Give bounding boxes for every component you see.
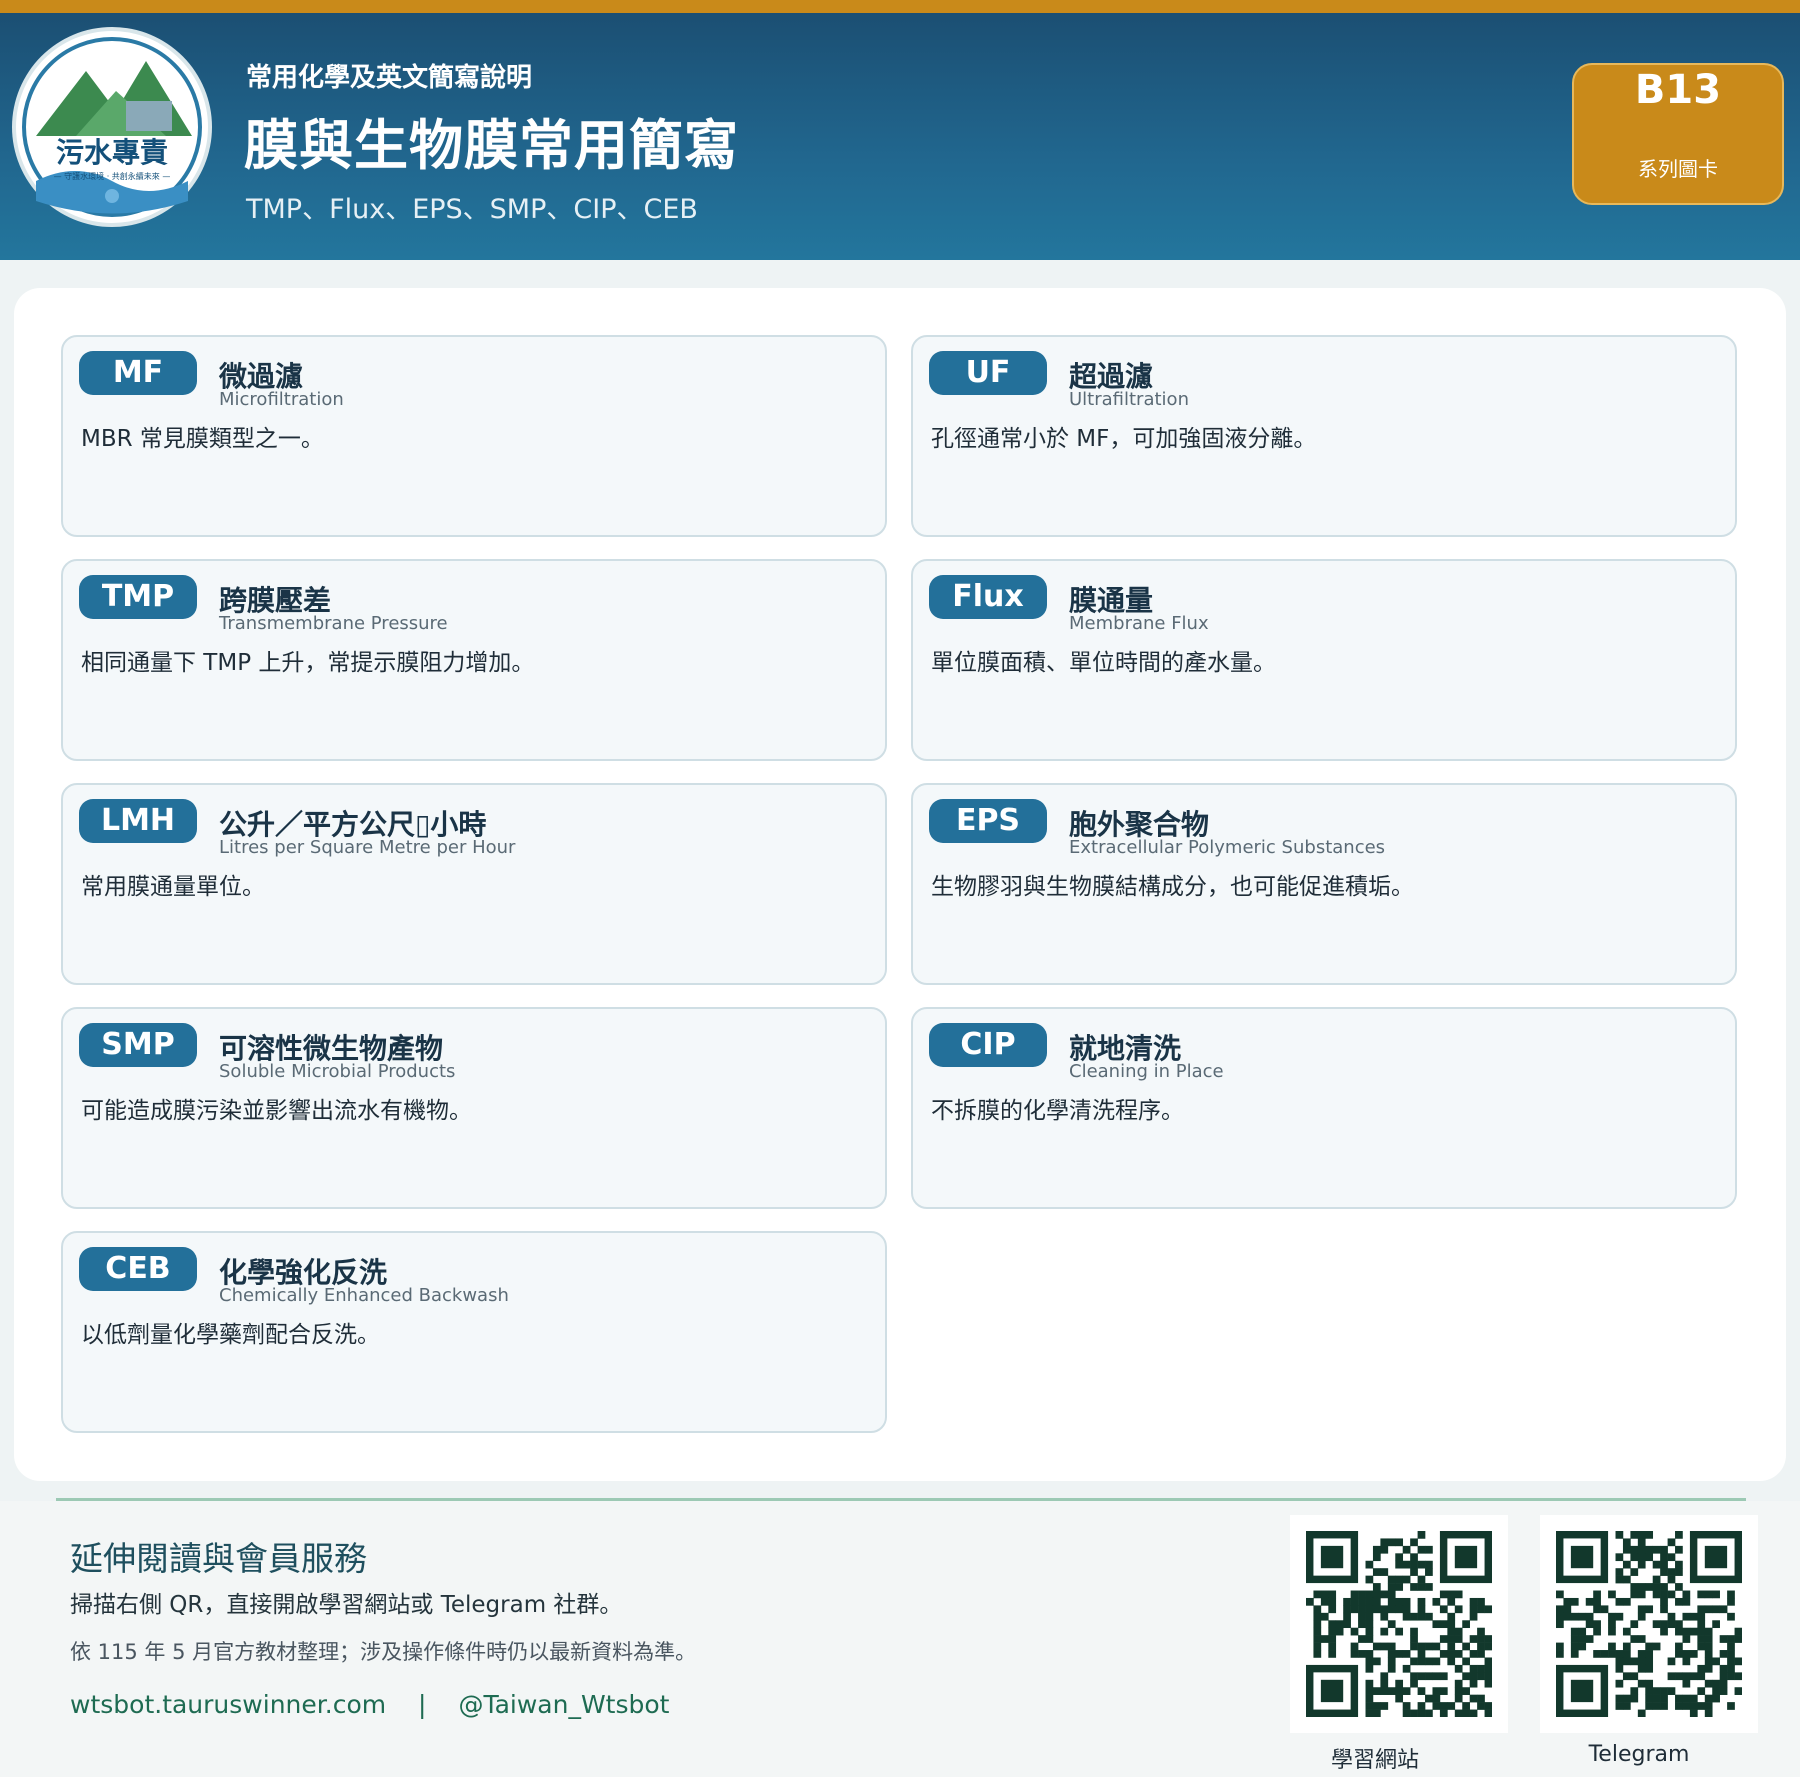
card-ceb: CEB 化學強化反洗 Chemically Enhanced Backwash … (61, 1231, 887, 1433)
card-eps: EPS 胞外聚合物 Extracellular Polymeric Substa… (911, 783, 1737, 985)
header-subtitle: 常用化學及英文簡寫說明 (246, 63, 533, 93)
series-badge: B13 系列圖卡 (1572, 63, 1784, 205)
telegram-link[interactable]: @Taiwan_Wtsbot (458, 1690, 669, 1719)
term-en: Soluble Microbial Products (219, 1061, 456, 1082)
footer-instruction: 掃描右側 QR，直接開啟學習網站或 Telegram 社群。 (70, 1592, 623, 1618)
card-smp: SMP 可溶性微生物產物 Soluble Microbial Products … (61, 1007, 887, 1209)
abbr-pill: UF (929, 351, 1047, 395)
abbr-pill: TMP (79, 575, 197, 619)
card-uf: UF 超過濾 Ultrafiltration 孔徑通常小於 MF，可加強固液分離… (911, 335, 1737, 537)
card-lmh: LMH 公升／平方公尺▯小時 Litres per Square Metre p… (61, 783, 887, 985)
term-en: Litres per Square Metre per Hour (219, 837, 516, 858)
footer-note: 依 115 年 5 月官方教材整理；涉及操作條件時仍以最新資料為準。 (70, 1640, 697, 1664)
qr-site-label: 學習網站 (1330, 1748, 1419, 1773)
term-en: Microfiltration (219, 389, 344, 410)
qr-telegram-label: Telegram (1588, 1742, 1690, 1767)
abbr-pill: CIP (929, 1023, 1047, 1067)
card-flux: Flux 膜通量 Membrane Flux 單位膜面積、單位時間的產水量。 (911, 559, 1737, 761)
term-en: Membrane Flux (1069, 613, 1209, 634)
term-desc: 不拆膜的化學清洗程序。 (931, 1098, 1184, 1124)
term-en: Cleaning in Place (1069, 1061, 1224, 1082)
abbr-pill: CEB (79, 1247, 197, 1291)
site-link[interactable]: wtsbot.tauruswinner.com (70, 1690, 386, 1719)
badge-label: 系列圖卡 (1638, 157, 1718, 181)
term-desc: 常用膜通量單位。 (81, 874, 265, 900)
card-tmp: TMP 跨膜壓差 Transmembrane Pressure 相同通量下 TM… (61, 559, 887, 761)
term-desc: 生物膠羽與生物膜結構成分，也可能促進積垢。 (931, 874, 1414, 900)
header-abbr-list: TMP、Flux、EPS、SMP、CIP、CEB (246, 194, 698, 225)
qr-telegram[interactable] (1540, 1515, 1758, 1733)
card-cip: CIP 就地清洗 Cleaning in Place 不拆膜的化學清洗程序。 (911, 1007, 1737, 1209)
top-accent-bar (0, 0, 1800, 13)
abbr-pill: Flux (929, 575, 1047, 619)
term-en: Chemically Enhanced Backwash (219, 1285, 509, 1306)
term-desc: 相同通量下 TMP 上升，常提示膜阻力增加。 (81, 650, 535, 676)
term-en: Transmembrane Pressure (219, 613, 448, 634)
term-desc: 單位膜面積、單位時間的產水量。 (931, 650, 1276, 676)
abbr-pill: SMP (79, 1023, 197, 1067)
logo-text: 污水專責 (55, 136, 168, 169)
abbr-pill: EPS (929, 799, 1047, 843)
footer-title: 延伸閱讀與會員服務 (70, 1539, 367, 1578)
page-title: 膜與生物膜常用簡寫 (244, 114, 739, 177)
term-desc: 孔徑通常小於 MF，可加強固液分離。 (931, 426, 1317, 452)
logo: 污水專責 — 守護水環境 · 共創永續未來 — (16, 31, 208, 223)
term-en: Ultrafiltration (1069, 389, 1189, 410)
logo-subtext: — 守護水環境 · 共創永續未來 — (53, 172, 171, 181)
badge-code: B13 (1634, 67, 1722, 113)
abbr-pill: LMH (79, 799, 197, 843)
qr-site[interactable] (1290, 1515, 1508, 1733)
link-separator: | (418, 1690, 427, 1719)
card-mf: MF 微過濾 Microfiltration MBR 常見膜類型之一。 (61, 335, 887, 537)
term-desc: 可能造成膜污染並影響出流水有機物。 (81, 1098, 472, 1124)
term-desc: MBR 常見膜類型之一。 (81, 426, 324, 452)
term-desc: 以低劑量化學藥劑配合反洗。 (81, 1322, 380, 1348)
footer-links: wtsbot.tauruswinner.com | @Taiwan_Wtsbot (70, 1690, 693, 1719)
abbr-pill: MF (79, 351, 197, 395)
term-en: Extracellular Polymeric Substances (1069, 837, 1386, 858)
header: 污水專責 — 守護水環境 · 共創永續未來 — 常用化學及英文簡寫說明 膜與生物… (0, 13, 1800, 260)
qr-code-icon (1306, 1531, 1492, 1717)
logo-emblem-icon (22, 37, 202, 217)
qr-code-icon (1556, 1531, 1742, 1717)
